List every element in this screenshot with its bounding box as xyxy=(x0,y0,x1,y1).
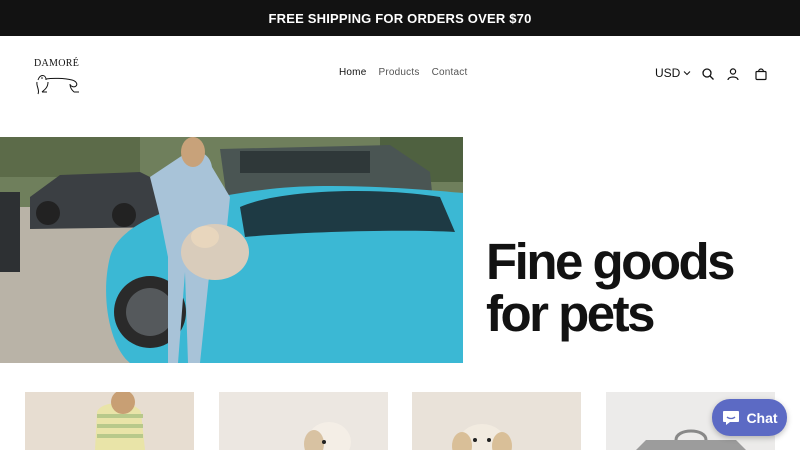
product-grid xyxy=(0,392,800,450)
product-card[interactable] xyxy=(219,392,388,450)
logo[interactable]: DAMORÉ xyxy=(34,58,82,100)
chat-bubble-icon xyxy=(723,410,740,425)
chevron-down-icon xyxy=(683,71,691,76)
logo-text: DAMORÉ xyxy=(34,58,80,69)
product-image xyxy=(304,422,351,450)
chat-label: Chat xyxy=(746,409,778,426)
main-nav: Home Products Contact xyxy=(333,67,473,78)
nav-products[interactable]: Products xyxy=(372,67,425,78)
search-icon[interactable] xyxy=(701,67,715,81)
product-card[interactable] xyxy=(25,392,194,450)
hero-image xyxy=(0,137,463,363)
account-icon[interactable] xyxy=(726,67,740,81)
announcement-bar: FREE SHIPPING FOR ORDERS OVER $70 xyxy=(0,0,800,36)
nav-home[interactable]: Home xyxy=(333,67,372,78)
chat-button[interactable]: Chat xyxy=(712,399,787,436)
dachshund-logo-icon xyxy=(36,75,79,95)
product-card[interactable] xyxy=(412,392,581,450)
currency-value: USD xyxy=(655,66,681,80)
hero-title: Fine goods for pets xyxy=(486,233,735,342)
hero-photo xyxy=(0,137,463,363)
product-image xyxy=(452,424,512,450)
announcement-text: FREE SHIPPING FOR ORDERS OVER $70 xyxy=(268,10,532,26)
product-image xyxy=(95,392,145,450)
hero-title-line2: for pets xyxy=(486,285,656,342)
cart-icon[interactable] xyxy=(754,67,768,81)
site-header: DAMORÉ Home Products Contact USD xyxy=(0,36,800,137)
currency-selector[interactable]: USD xyxy=(655,66,691,80)
nav-contact[interactable]: Contact xyxy=(426,67,474,78)
hero-title-line1: Fine goods xyxy=(486,233,735,290)
